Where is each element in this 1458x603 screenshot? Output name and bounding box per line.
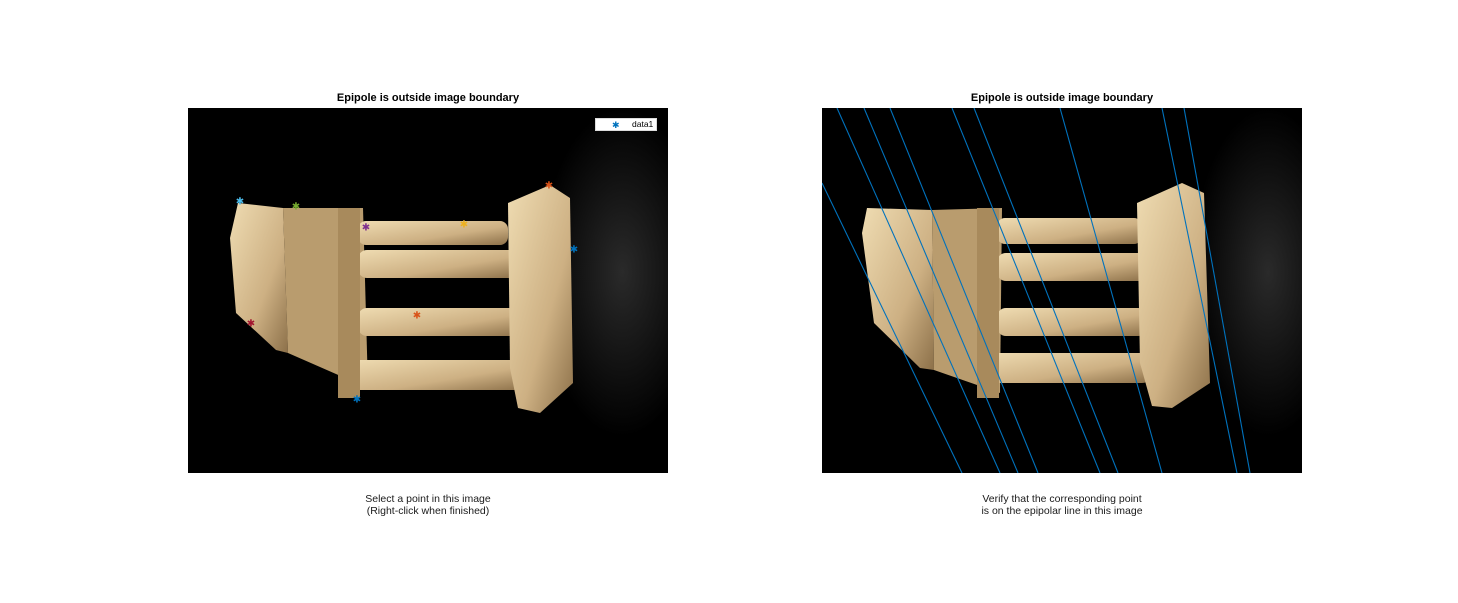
- temple-column-4: [348, 360, 528, 390]
- legend-label: data1: [632, 119, 654, 129]
- selected-point-marker: ✱: [236, 197, 244, 208]
- selected-point-marker: ✱: [413, 311, 421, 322]
- selected-point-marker: ✱: [460, 220, 468, 231]
- temple-right-block: [1137, 183, 1210, 408]
- right-caption-line-2: is on the epipolar line in this image: [981, 505, 1143, 517]
- right-caption: Verify that the corresponding point is o…: [822, 493, 1302, 517]
- left-caption-line-2: (Right-click when finished): [366, 505, 490, 517]
- right-temple-image: [822, 108, 1302, 473]
- selected-point-marker: ✱: [545, 181, 553, 192]
- right-caption-line-1: Verify that the corresponding point: [982, 493, 1142, 505]
- selected-point-marker: ✱: [353, 395, 361, 406]
- legend[interactable]: ✱ data1: [595, 118, 657, 131]
- right-image-axes[interactable]: [822, 108, 1302, 473]
- left-temple-image: ✱ ✱ ✱ ✱ ✱ ✱ ✱ ✱ ✱: [188, 108, 668, 473]
- temple-column-2: [997, 253, 1147, 281]
- left-axes-title: Epipole is outside image boundary: [336, 92, 520, 104]
- temple-column-3: [997, 308, 1147, 336]
- selected-point-marker: ✱: [247, 319, 255, 330]
- right-axes-title: Epipole is outside image boundary: [970, 92, 1154, 104]
- temple-column-2: [358, 250, 518, 278]
- left-caption: Select a point in this image (Right-clic…: [188, 493, 668, 517]
- selected-point-marker: ✱: [292, 202, 300, 213]
- temple-column-3: [358, 308, 523, 336]
- temple-right-block: [508, 185, 573, 413]
- selected-point-marker: ✱: [570, 245, 578, 256]
- selected-point-marker: ✱: [362, 223, 370, 234]
- temple-carving: [338, 208, 360, 398]
- left-caption-line-1: Select a point in this image: [365, 493, 491, 505]
- legend-marker-icon: ✱: [612, 120, 620, 130]
- left-image-axes[interactable]: ✱ ✱ ✱ ✱ ✱ ✱ ✱ ✱ ✱: [188, 108, 668, 473]
- temple-column-4: [982, 353, 1152, 383]
- temple-column-1: [358, 221, 508, 245]
